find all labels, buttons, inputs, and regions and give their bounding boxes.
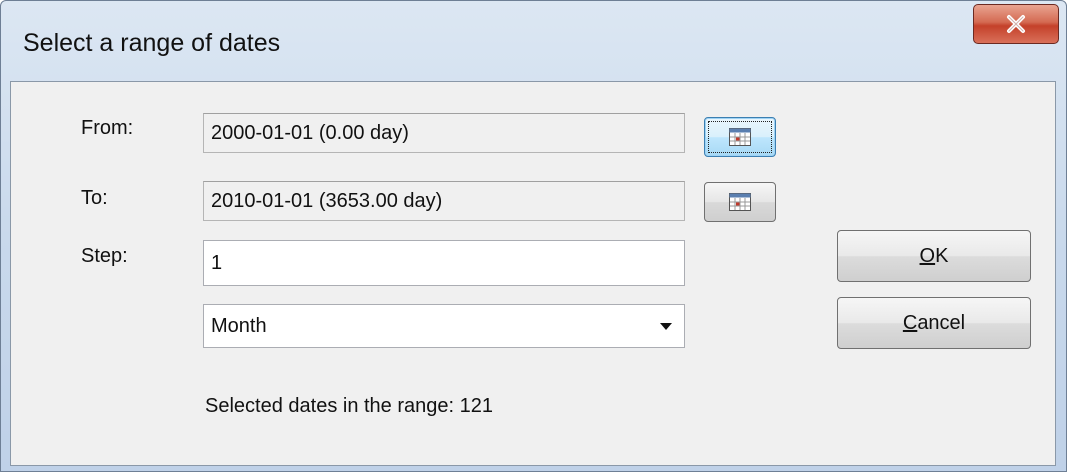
dialog-window: Select a range of dates From: 2000-01-01… bbox=[0, 0, 1067, 472]
title-bar[interactable]: Select a range of dates bbox=[1, 1, 1066, 81]
to-date-field[interactable]: 2010-01-01 (3653.00 day) bbox=[203, 181, 685, 221]
cancel-label-rest: ancel bbox=[917, 311, 966, 334]
selected-dates-summary: Selected dates in the range: 121 bbox=[205, 395, 493, 417]
from-date-field[interactable]: 2000-01-01 (0.00 day) bbox=[203, 113, 685, 153]
window-title: Select a range of dates bbox=[23, 29, 281, 57]
step-label: Step: bbox=[81, 245, 128, 267]
calendar-icon bbox=[729, 128, 751, 146]
to-label: To: bbox=[81, 187, 108, 209]
cancel-button[interactable]: Cancel bbox=[837, 297, 1031, 349]
calendar-icon bbox=[729, 193, 751, 211]
cancel-mnemonic: C bbox=[902, 311, 918, 334]
close-button[interactable] bbox=[973, 4, 1059, 44]
step-unit-value: Month bbox=[211, 314, 267, 337]
ok-button[interactable]: OK bbox=[837, 230, 1031, 282]
from-label: From: bbox=[81, 117, 134, 139]
close-icon bbox=[1007, 15, 1025, 33]
dialog-body: From: 2000-01-01 (0.00 day) To: 2010-01-… bbox=[10, 81, 1056, 466]
from-calendar-button[interactable] bbox=[704, 117, 776, 157]
to-calendar-button[interactable] bbox=[704, 182, 776, 222]
chevron-down-icon[interactable] bbox=[660, 323, 672, 330]
ok-label-rest: K bbox=[935, 244, 949, 267]
step-input[interactable]: 1 bbox=[203, 240, 685, 286]
step-unit-select[interactable]: Month bbox=[203, 304, 685, 348]
ok-mnemonic: O bbox=[919, 244, 936, 267]
